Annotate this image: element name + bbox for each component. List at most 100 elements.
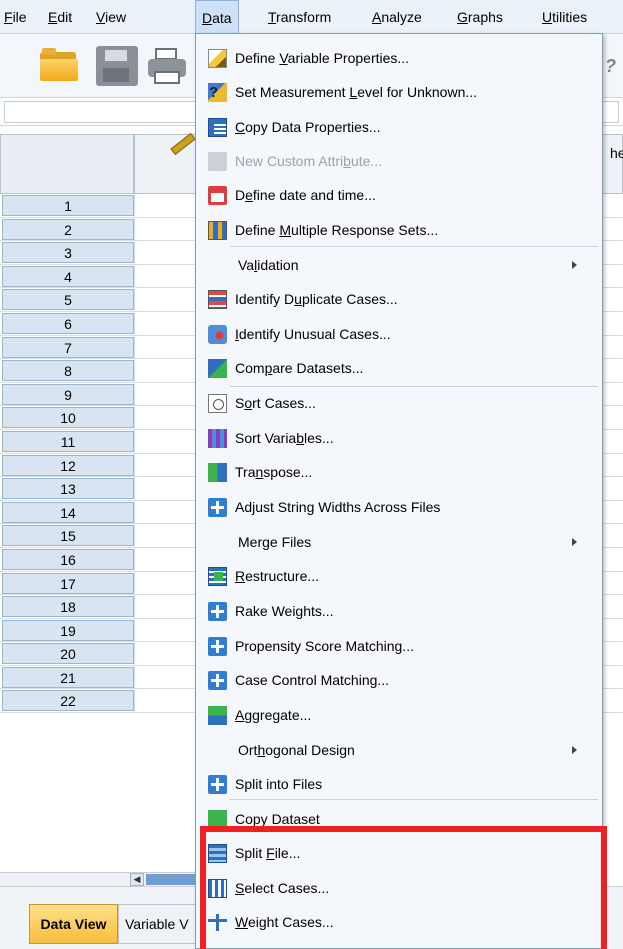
row-number[interactable]: 6 [2,312,134,334]
menu-analyze[interactable]: Analyze [372,0,422,34]
menu-item-define-multiple-response-sets[interactable]: Define Multiple Response Sets... [198,214,600,247]
submenu-arrow-icon [572,261,577,269]
print-icon[interactable] [146,46,188,86]
row-number[interactable]: 20 [2,643,134,665]
data-menu-dropdown: Define Variable Properties... Set Measure… [195,33,603,949]
custom-attribute-icon [208,152,227,171]
menu-item-identify-unusual-cases[interactable]: Identify Unusual Cases... [198,318,600,351]
menu-item-transpose[interactable]: Transpose... [198,456,600,489]
transpose-icon [208,463,227,482]
menu-item-orthogonal-design[interactable]: Orthogonal Design [198,734,600,767]
menu-item-label: Restructure... [235,568,320,584]
menu-item-label: Sort Variables... [235,430,334,446]
weight-cases-icon [208,913,227,932]
select-cases-icon [208,879,227,898]
menu-item-compare-datasets[interactable]: Compare Datasets... [198,352,600,385]
menu-item-label: Split File... [235,845,301,861]
row-number[interactable]: 19 [2,619,134,641]
plus-icon [208,602,227,621]
menu-item-merge-files[interactable]: Merge Files [198,526,600,559]
menu-item-label: Compare Datasets... [235,360,364,376]
unusual-cases-icon [208,325,227,344]
menu-item-identify-duplicate-cases[interactable]: Identify Duplicate Cases... [198,283,600,316]
menu-edit[interactable]: Edit [48,0,72,34]
menu-item-split-file[interactable]: Split File... [198,837,600,870]
compare-datasets-icon [208,359,227,378]
menu-item-aggregate[interactable]: Aggregate... [198,699,600,732]
row-number[interactable]: 5 [2,289,134,311]
row-number[interactable]: 10 [2,407,134,429]
restructure-icon [208,567,227,586]
row-number[interactable]: 16 [2,548,134,570]
column-header[interactable] [134,134,204,194]
row-number[interactable]: 15 [2,525,134,547]
menu-item-new-custom-attribute: New Custom Attribute... [198,145,600,178]
menu-item-propensity-score-matching[interactable]: Propensity Score Matching... [198,630,600,663]
horizontal-scrollbar[interactable]: ◀ [0,872,200,886]
aggregate-icon [208,706,227,725]
multiple-response-icon [208,221,227,240]
open-folder-icon[interactable] [38,46,80,86]
menu-item-adjust-string-widths-across-files[interactable]: Adjust String Widths Across Files [198,491,600,524]
menu-item-define-date-and-time[interactable]: Define date and time... [198,179,600,212]
duplicate-cases-icon [208,290,227,309]
row-number[interactable]: 11 [2,430,134,452]
submenu-arrow-icon [572,746,577,754]
column-header-partial[interactable]: he [602,134,623,194]
menu-item-label: Weight Cases... [235,914,334,930]
column-header-label: he [610,145,623,161]
menu-item-copy-dataset[interactable]: Copy Dataset [198,803,600,836]
menu-item-weight-cases[interactable]: Weight Cases... [198,906,600,939]
row-number[interactable]: 21 [2,666,134,688]
menu-item-label: Copy Dataset [235,811,320,827]
menu-item-define-variable-properties[interactable]: Define Variable Properties... [198,42,600,75]
row-number[interactable]: 3 [2,242,134,264]
menu-file[interactable]: File [4,0,27,34]
menu-item-select-cases[interactable]: Select Cases... [198,872,600,905]
menu-item-set-measurement-level-for-unknown[interactable]: Set Measurement Level for Unknown... [198,76,600,109]
menu-item-label: Set Measurement Level for Unknown... [235,84,478,100]
menu-item-label: Copy Data Properties... [235,119,381,135]
scroll-left-icon[interactable]: ◀ [130,873,144,886]
menu-item-label: Rake Weights... [235,603,334,619]
menu-graphs[interactable]: Graphs [457,0,503,34]
submenu-arrow-icon [572,538,577,546]
toolbar-partial-icon[interactable]: ? [605,56,619,78]
menu-item-split-into-files[interactable]: Split into Files [198,768,600,801]
menu-item-rake-weights[interactable]: Rake Weights... [198,595,600,628]
tab-data-view[interactable]: Data View [29,904,118,944]
save-icon[interactable] [96,46,138,86]
plus-icon [208,498,227,517]
row-number[interactable]: 2 [2,218,134,240]
menu-item-label: Adjust String Widths Across Files [235,499,441,515]
tab-variable-view[interactable]: Variable V [118,904,200,944]
row-number[interactable]: 13 [2,478,134,500]
row-number[interactable]: 14 [2,501,134,523]
menu-item-label: Validation [238,257,299,273]
grid-corner-header[interactable] [0,134,134,194]
menu-item-validation[interactable]: Validation [198,249,600,282]
row-number[interactable]: 4 [2,265,134,287]
row-number[interactable]: 9 [2,383,134,405]
row-number[interactable]: 7 [2,336,134,358]
menu-item-label: Select Cases... [235,880,330,896]
menu-item-sort-variables[interactable]: Sort Variables... [198,422,600,455]
row-number[interactable]: 17 [2,572,134,594]
menu-item-restructure[interactable]: Restructure... [198,560,600,593]
row-number[interactable]: 8 [2,360,134,382]
menu-item-label: Identify Duplicate Cases... [235,291,398,307]
menu-item-copy-data-properties[interactable]: Copy Data Properties... [198,111,600,144]
menu-data[interactable]: Data [195,0,239,34]
row-number[interactable]: 12 [2,454,134,476]
menu-item-sort-cases[interactable]: Sort Cases... [198,387,600,420]
menu-item-case-control-matching[interactable]: Case Control Matching... [198,664,600,697]
row-number[interactable]: 18 [2,596,134,618]
scrollbar-thumb[interactable] [146,874,200,885]
menu-utilities[interactable]: Utilities [542,0,587,34]
menu-view[interactable]: View [96,0,126,34]
row-number[interactable]: 1 [2,195,134,216]
row-number[interactable]: 22 [2,690,134,712]
menu-transform[interactable]: Transform [268,0,331,34]
menubar: File Edit View Data Transform Analyze Gr… [0,0,623,34]
pencil-icon [208,49,227,68]
